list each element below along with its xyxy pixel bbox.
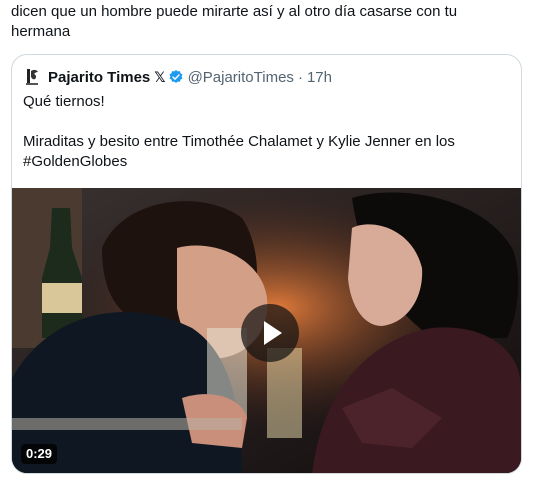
avatar[interactable] — [23, 67, 43, 87]
video-duration: 0:29 — [21, 444, 58, 464]
quoted-tweet-body: Qué tiernos! Miraditas y besito entre Ti… — [23, 92, 508, 172]
tweet-text: dicen que un hombre puede mirarte así y … — [11, 3, 458, 40]
x-badge: 𝕏 — [154, 68, 166, 85]
quoted-author-name[interactable]: Pajarito Times — [48, 69, 150, 86]
quoted-author-handle[interactable]: @PajaritoTimes — [188, 69, 294, 86]
quoted-tweet-hashtag: #GoldenGlobes — [23, 153, 128, 170]
bird-logo-icon — [26, 69, 38, 85]
video-thumbnail[interactable]: 0:29 — [12, 188, 521, 473]
quoted-tweet-card[interactable]: Pajarito Times 𝕏 @PajaritoTimes · 17h Qu… — [11, 54, 522, 474]
quoted-tweet-header: Pajarito Times 𝕏 @PajaritoTimes · 17h — [23, 67, 332, 87]
play-button[interactable] — [241, 304, 299, 362]
verified-badge-icon — [169, 70, 183, 83]
quoted-tweet-time[interactable]: 17h — [307, 69, 332, 86]
quoted-tweet-line-1: Qué tiernos! — [23, 93, 105, 110]
quoted-tweet-line-2: Miraditas y besito entre Timothée Chalam… — [23, 133, 455, 150]
play-icon — [264, 321, 282, 345]
header-separator: · — [297, 68, 303, 86]
